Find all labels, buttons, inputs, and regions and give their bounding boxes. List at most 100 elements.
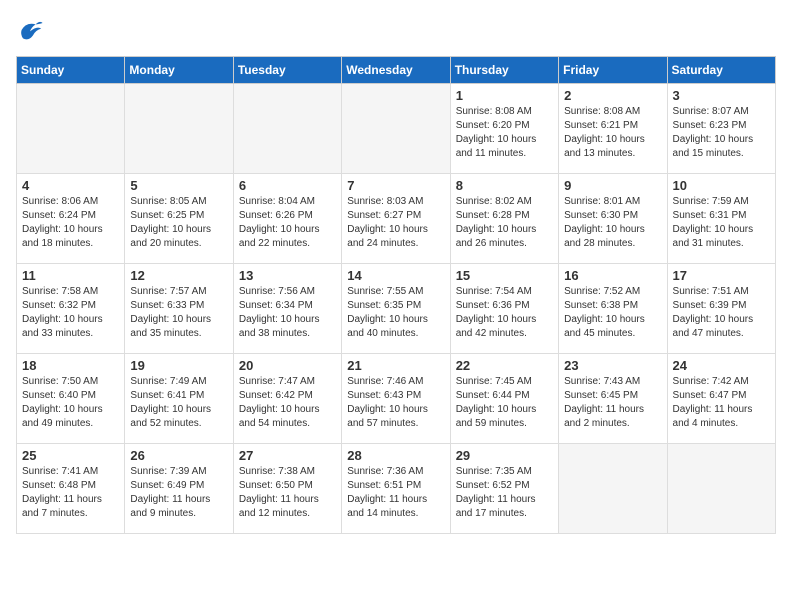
calendar-cell: 16 Sunrise: 7:52 AMSunset: 6:38 PMDayligh… [559,264,667,354]
day-info: Sunrise: 7:46 AMSunset: 6:43 PMDaylight:… [347,375,444,431]
day-info: Sunrise: 7:57 AMSunset: 6:33 PMDaylight:… [130,285,227,341]
day-number: 6 [239,178,336,193]
calendar-table: SundayMondayTuesdayWednesdayThursdayFrid… [16,56,776,534]
day-info: Sunrise: 7:52 AMSunset: 6:38 PMDaylight:… [564,285,661,341]
day-number: 22 [456,358,553,373]
calendar-cell: 29Sunrise: 7:35 AMSunset: 6:52 PMDayligh… [450,444,558,534]
day-number: 18 [22,358,119,373]
day-info: Sunrise: 7:41 AMSunset: 6:48 PMDaylight:… [22,465,119,521]
day-number: 4 [22,178,119,193]
calendar-cell: 11Sunrise: 7:58 AMSunset: 6:32 PMDayligh… [17,264,125,354]
day-number: 28 [347,448,444,463]
day-info: Sunrise: 7:54 AMSunset: 6:36 PMDaylight:… [456,285,553,341]
day-number: 9 [564,178,661,193]
day-number: 26 [130,448,227,463]
day-number: 3 [673,88,770,103]
weekday-header-wednesday: Wednesday [342,57,450,84]
day-number: 10 [673,178,770,193]
day-number: 12 [130,268,227,283]
day-info: Sunrise: 8:08 AMSunset: 6:20 PMDaylight:… [456,105,553,161]
calendar-cell: 8 Sunrise: 8:02 AMSunset: 6:28 PMDaylight… [450,174,558,264]
calendar-cell: 9Sunrise: 8:01 AMSunset: 6:30 PMDaylight… [559,174,667,264]
day-number: 8 [456,178,553,193]
day-number: 23 [564,358,661,373]
day-info: Sunrise: 7:50 AMSunset: 6:40 PMDaylight:… [22,375,119,431]
day-info: Sunrise: 8:05 AMSunset: 6:25 PMDaylight:… [130,195,227,251]
calendar-cell: 10 Sunrise: 7:59 AMSunset: 6:31 PMDayligh… [667,174,775,264]
day-number: 24 [673,358,770,373]
day-info: Sunrise: 7:38 AMSunset: 6:50 PMDaylight:… [239,465,336,521]
calendar-cell: 21 Sunrise: 7:46 AMSunset: 6:43 PMDayligh… [342,354,450,444]
day-info: Sunrise: 7:43 AMSunset: 6:45 PMDaylight:… [564,375,661,431]
calendar-cell [17,84,125,174]
calendar-cell: 19 Sunrise: 7:49 AMSunset: 6:41 PMDayligh… [125,354,233,444]
calendar-cell [125,84,233,174]
weekday-header-row: SundayMondayTuesdayWednesdayThursdayFrid… [17,57,776,84]
calendar-cell: 5 Sunrise: 8:05 AMSunset: 6:25 PMDaylight… [125,174,233,264]
day-info: Sunrise: 7:49 AMSunset: 6:41 PMDaylight:… [130,375,227,431]
page-header [16,16,776,44]
calendar-week-3: 11Sunrise: 7:58 AMSunset: 6:32 PMDayligh… [17,264,776,354]
weekday-header-monday: Monday [125,57,233,84]
calendar-cell: 28Sunrise: 7:36 AMSunset: 6:51 PMDayligh… [342,444,450,534]
weekday-header-friday: Friday [559,57,667,84]
calendar-week-2: 4 Sunrise: 8:06 AMSunset: 6:24 PMDaylight… [17,174,776,264]
calendar-cell [233,84,341,174]
calendar-cell [667,444,775,534]
day-number: 17 [673,268,770,283]
day-number: 1 [456,88,553,103]
calendar-cell [559,444,667,534]
calendar-cell: 6 Sunrise: 8:04 AMSunset: 6:26 PMDaylight… [233,174,341,264]
calendar-cell: 24 Sunrise: 7:42 AMSunset: 6:47 PMDayligh… [667,354,775,444]
day-number: 13 [239,268,336,283]
day-number: 20 [239,358,336,373]
day-number: 14 [347,268,444,283]
day-info: Sunrise: 7:59 AMSunset: 6:31 PMDaylight:… [673,195,770,251]
calendar-cell: 15 Sunrise: 7:54 AMSunset: 6:36 PMDayligh… [450,264,558,354]
day-number: 11 [22,268,119,283]
calendar-cell: 20 Sunrise: 7:47 AMSunset: 6:42 PMDayligh… [233,354,341,444]
day-number: 25 [22,448,119,463]
calendar-cell: 18 Sunrise: 7:50 AMSunset: 6:40 PMDayligh… [17,354,125,444]
calendar-week-4: 18 Sunrise: 7:50 AMSunset: 6:40 PMDayligh… [17,354,776,444]
calendar-cell [342,84,450,174]
calendar-cell: 14 Sunrise: 7:55 AMSunset: 6:35 PMDayligh… [342,264,450,354]
day-info: Sunrise: 8:07 AMSunset: 6:23 PMDaylight:… [673,105,770,161]
calendar-cell: 13 Sunrise: 7:56 AMSunset: 6:34 PMDayligh… [233,264,341,354]
day-number: 16 [564,268,661,283]
calendar-cell: 7 Sunrise: 8:03 AMSunset: 6:27 PMDaylight… [342,174,450,264]
calendar-cell: 2Sunrise: 8:08 AMSunset: 6:21 PMDaylight… [559,84,667,174]
day-info: Sunrise: 8:04 AMSunset: 6:26 PMDaylight:… [239,195,336,251]
day-number: 29 [456,448,553,463]
calendar-cell: 3 Sunrise: 8:07 AMSunset: 6:23 PMDaylight… [667,84,775,174]
day-info: Sunrise: 7:39 AMSunset: 6:49 PMDaylight:… [130,465,227,521]
day-info: Sunrise: 7:45 AMSunset: 6:44 PMDaylight:… [456,375,553,431]
calendar-cell: 23 Sunrise: 7:43 AMSunset: 6:45 PMDayligh… [559,354,667,444]
calendar-cell: 22 Sunrise: 7:45 AMSunset: 6:44 PMDayligh… [450,354,558,444]
day-info: Sunrise: 7:42 AMSunset: 6:47 PMDaylight:… [673,375,770,431]
day-number: 7 [347,178,444,193]
weekday-header-thursday: Thursday [450,57,558,84]
calendar-cell: 25 Sunrise: 7:41 AMSunset: 6:48 PMDayligh… [17,444,125,534]
calendar-cell: 17Sunrise: 7:51 AMSunset: 6:39 PMDayligh… [667,264,775,354]
calendar-cell: 12 Sunrise: 7:57 AMSunset: 6:33 PMDayligh… [125,264,233,354]
day-info: Sunrise: 7:56 AMSunset: 6:34 PMDaylight:… [239,285,336,341]
calendar-week-5: 25 Sunrise: 7:41 AMSunset: 6:48 PMDayligh… [17,444,776,534]
day-number: 27 [239,448,336,463]
calendar-cell: 1 Sunrise: 8:08 AMSunset: 6:20 PMDaylight… [450,84,558,174]
logo-icon [16,16,44,44]
day-info: Sunrise: 8:06 AMSunset: 6:24 PMDaylight:… [22,195,119,251]
day-number: 19 [130,358,227,373]
day-number: 5 [130,178,227,193]
day-info: Sunrise: 7:55 AMSunset: 6:35 PMDaylight:… [347,285,444,341]
weekday-header-tuesday: Tuesday [233,57,341,84]
day-info: Sunrise: 8:03 AMSunset: 6:27 PMDaylight:… [347,195,444,251]
weekday-header-sunday: Sunday [17,57,125,84]
weekday-header-saturday: Saturday [667,57,775,84]
day-info: Sunrise: 7:47 AMSunset: 6:42 PMDaylight:… [239,375,336,431]
calendar-week-1: 1 Sunrise: 8:08 AMSunset: 6:20 PMDaylight… [17,84,776,174]
calendar-cell: 27 Sunrise: 7:38 AMSunset: 6:50 PMDayligh… [233,444,341,534]
day-number: 21 [347,358,444,373]
day-number: 15 [456,268,553,283]
day-info: Sunrise: 8:02 AMSunset: 6:28 PMDaylight:… [456,195,553,251]
